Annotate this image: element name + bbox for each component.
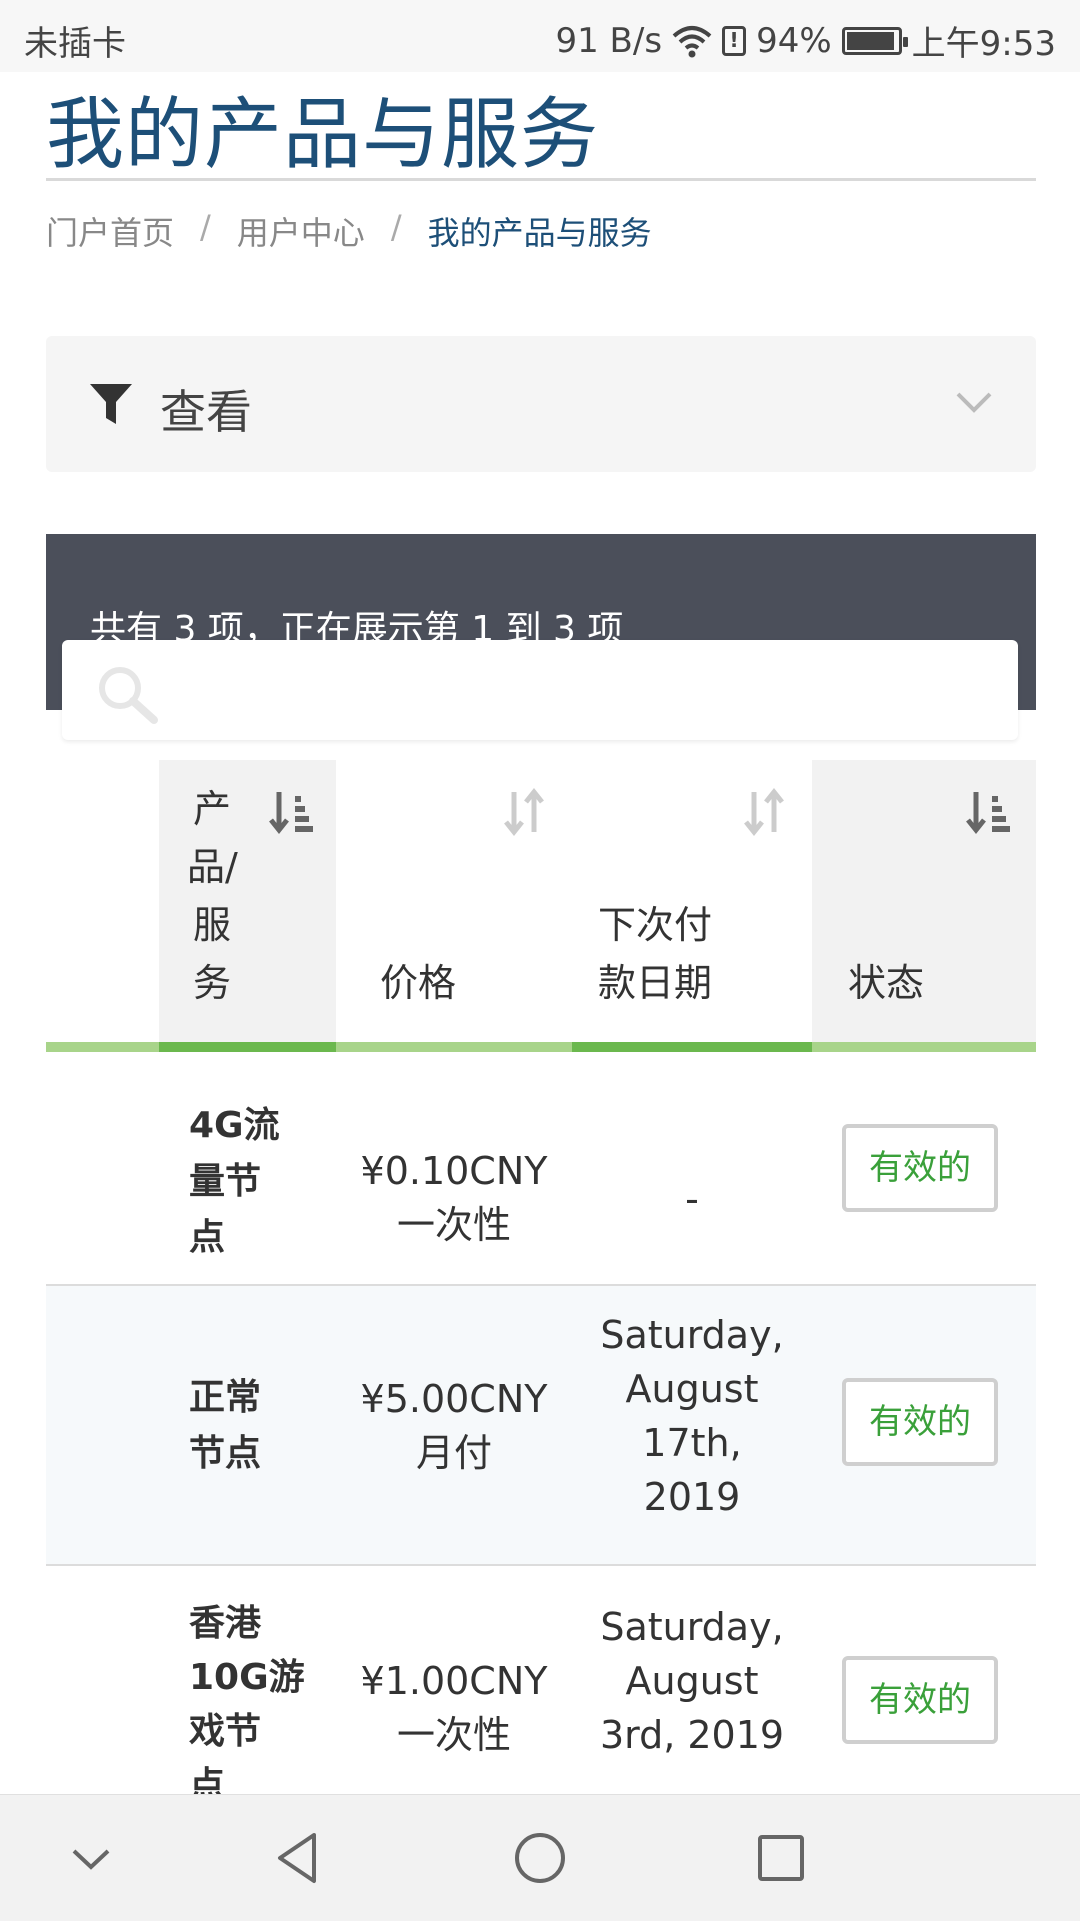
column-header-spacer [46,760,159,1052]
breadcrumb-current: 我的产品与服务 [427,214,652,252]
sort-both-icon [744,788,784,836]
next-due-date-line: 17th, [642,1421,742,1465]
chevron-down-icon[interactable] [954,388,994,416]
next-due-date-line: 3rd, 2019 [599,1713,785,1757]
recents-square-icon[interactable] [748,1825,814,1891]
header-product-line3: 服 [193,903,232,947]
header-status-label: 状态 [848,961,925,1005]
column-header-next-due[interactable]: 下次付 款日期 [572,760,812,1052]
table-search-input[interactable] [62,640,1018,740]
filter-funnel-icon [90,384,132,424]
breadcrumb-separator: / [390,208,402,246]
product-name-line: 4G流 [189,1105,280,1146]
product-name-line: 正常 [189,1377,262,1418]
clock: 上午9:53 [911,24,1056,64]
header-next-due-line1: 下次付 [598,903,713,947]
carrier-label: 未插卡 [24,24,126,64]
product-name-line: 点 [189,1217,226,1258]
product-name-line: 点 [189,1765,226,1794]
header-underline [572,1042,812,1052]
header-underline [159,1042,336,1052]
breadcrumb-home[interactable]: 门户首页 [46,208,174,254]
header-product-line4: 务 [193,961,232,1005]
status-badge: 有效的 [842,1378,998,1466]
product-name-line: 10G游 [189,1657,305,1698]
sort-amount-icon [269,792,313,835]
header-product-line1: 产 [193,787,232,831]
billing-cycle: 月付 [415,1431,492,1475]
battery-percent: 94% [756,20,832,61]
battery-icon [841,26,908,55]
filter-panel[interactable]: 查看 [46,336,1036,472]
product-name-line: 量节 [189,1161,262,1202]
status-bar-right: 91 B/s ! 94% 上午9:53 [555,16,1056,65]
header-underline [812,1042,1036,1052]
next-due-date-line: Saturday, [600,1605,784,1649]
column-header-product[interactable]: 产 品/ 服 务 [159,760,336,1052]
header-underline [336,1042,572,1052]
breadcrumb-user-center[interactable]: 用户中心 [237,208,365,254]
price-amount: ¥5.00CNY [360,1377,548,1421]
table-row[interactable]: 香港 10G游 戏节 点 ¥1.00CNY 一次性 Saturday, Augu… [46,1566,1036,1794]
back-triangle-icon[interactable] [266,1825,332,1891]
status-bar: 未插卡 91 B/s ! 94% 上午9:53 [0,0,1080,72]
table-row[interactable]: 4G流 量节 点 ¥0.10CNY 一次性 - 有效的 [46,1060,1036,1286]
sort-both-icon [504,788,544,836]
alert-icon: ! [722,25,747,56]
column-header-status[interactable]: 状态 [812,760,1036,1052]
price-amount: ¥1.00CNY [360,1659,548,1703]
hide-keyboard-chevron-icon[interactable] [58,1825,124,1891]
column-header-price[interactable]: 价格 [336,760,572,1052]
header-next-due-line2: 款日期 [598,961,713,1005]
breadcrumb-separator: / [200,208,211,246]
product-name-line: 香港 [189,1603,262,1644]
filter-label: 查看 [160,385,252,439]
search-icon [99,667,158,724]
home-circle-icon[interactable] [507,1825,573,1891]
table-row[interactable]: 正常 节点 ¥5.00CNY 月付 Saturday, August 17th,… [46,1286,1036,1566]
battery-fill [846,31,894,50]
page-title: 我的产品与服务 [46,90,600,180]
product-name-line: 戏节 [189,1711,262,1752]
header-price-label: 价格 [380,961,457,1005]
table-header: 产 品/ 服 务 价格 下次付 款日期 状态 [46,760,1036,1052]
next-due-date-line: Saturday, [600,1313,784,1357]
next-due-date-line: August [625,1659,759,1703]
billing-cycle: 一次性 [396,1203,511,1247]
price-amount: ¥0.10CNY [360,1149,548,1193]
billing-cycle: 一次性 [396,1713,511,1757]
status-badge: 有效的 [842,1656,998,1744]
header-product-line2: 品/ [187,845,238,889]
system-nav-bar [0,1794,1080,1921]
net-speed: 91 B/s [555,20,663,61]
breadcrumb: 门户首页 / 用户中心 / 我的产品与服务 [46,208,652,254]
header-underline [46,1042,159,1052]
status-badge: 有效的 [842,1124,998,1212]
wifi-icon [672,25,712,57]
title-divider [46,178,1036,181]
next-due-date-line: August [625,1367,759,1411]
product-name-line: 节点 [189,1433,262,1474]
next-due-date-line: 2019 [643,1475,741,1519]
sort-amount-icon [966,792,1010,835]
next-due-date: - [685,1177,699,1221]
